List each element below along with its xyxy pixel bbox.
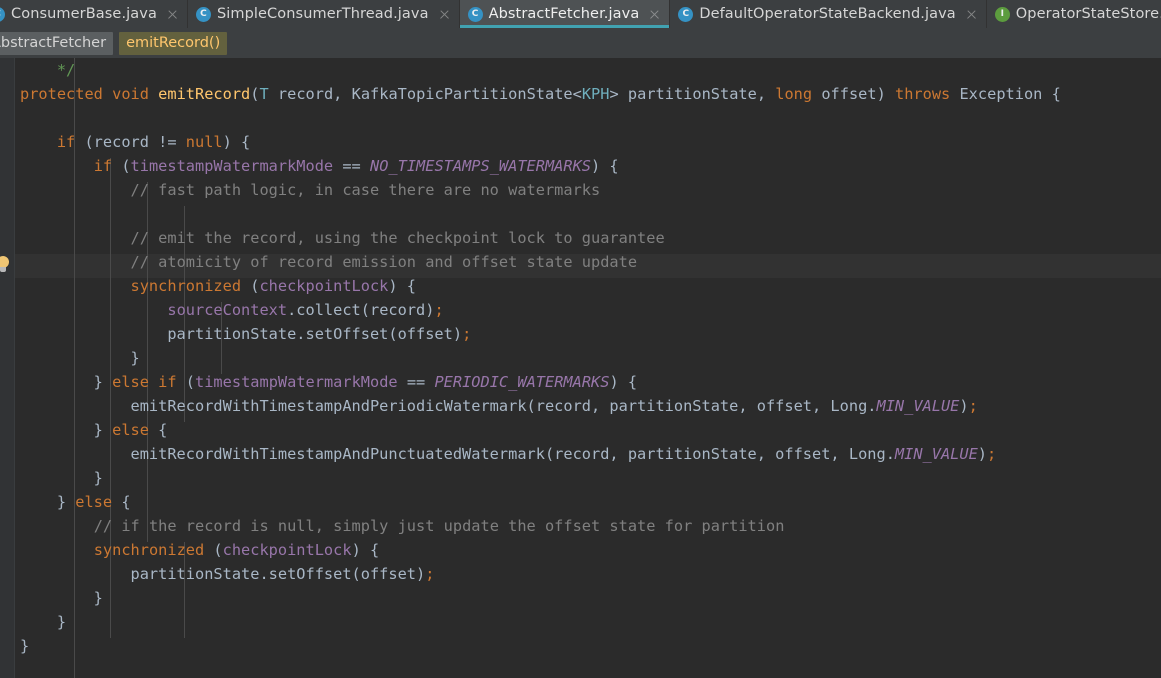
code-line[interactable]: emitRecordWithTimestampAndPeriodicWaterm… [0,394,1161,418]
code-line[interactable]: } [0,346,1161,370]
code-line[interactable]: } [0,586,1161,610]
code-content[interactable]: */protected void emitRecord(T record, Ka… [0,58,1161,658]
code-line[interactable]: // emit the record, using the checkpoint… [0,226,1161,250]
editor-tab[interactable]: I OperatorStateStore.java [987,0,1161,28]
code-line[interactable]: // atomicity of record emission and offs… [0,250,1161,274]
code-line[interactable]: partitionState.setOffset(offset); [0,322,1161,346]
editor-tab[interactable]: C DefaultOperatorStateBackend.java [670,0,987,28]
code-line[interactable]: synchronized (checkpointLock) { [0,274,1161,298]
java-interface-icon: I [994,6,1010,22]
breadcrumb-method[interactable]: emitRecord() [119,31,228,55]
code-line[interactable]: // fast path logic, in case there are no… [0,178,1161,202]
code-line[interactable]: } [0,466,1161,490]
code-line[interactable]: sourceContext.collect(record); [0,298,1161,322]
code-line[interactable]: partitionState.setOffset(offset); [0,562,1161,586]
editor-tab[interactable]: C ConsumerBase.java [0,0,188,28]
breadcrumb: AbstractFetcher emitRecord() [0,28,1161,58]
editor-tab-label: OperatorStateStore.java [1015,6,1161,22]
code-line[interactable]: } [0,634,1161,658]
editor-tab-label: ConsumerBase.java [11,6,157,22]
code-line[interactable]: } else { [0,418,1161,442]
editor-tab-bar: C ConsumerBase.java C SimpleConsumerThread.… [0,0,1161,28]
code-line[interactable]: emitRecordWithTimestampAndPunctuatedWate… [0,442,1161,466]
close-icon[interactable] [166,8,179,21]
breadcrumb-class[interactable]: AbstractFetcher [0,31,114,55]
editor-tab-label: SimpleConsumerThread.java [216,6,429,22]
editor-tab[interactable]: C AbstractFetcher.java [459,0,671,28]
java-class-icon: C [467,6,483,22]
code-line[interactable]: } else { [0,490,1161,514]
editor-tab-label: AbstractFetcher.java [488,6,640,22]
editor-tab-label: DefaultOperatorStateBackend.java [699,6,956,22]
editor-tab[interactable]: C SimpleConsumerThread.java [188,0,460,28]
code-line[interactable]: } else if (timestampWatermarkMode == PER… [0,370,1161,394]
code-line[interactable]: */ [0,58,1161,82]
java-class-icon: C [678,6,694,22]
close-icon[interactable] [438,8,451,21]
code-line[interactable]: if (record != null) { [0,130,1161,154]
code-line[interactable]: protected void emitRecord(T record, Kafk… [0,82,1161,106]
close-icon[interactable] [648,8,661,21]
code-line[interactable] [0,106,1161,130]
code-line[interactable]: if (timestampWatermarkMode == NO_TIMESTA… [0,154,1161,178]
java-class-icon: C [195,6,211,22]
code-editor[interactable]: */protected void emitRecord(T record, Ka… [0,58,1161,678]
code-line[interactable] [0,202,1161,226]
code-line[interactable]: // if the record is null, simply just up… [0,514,1161,538]
code-line[interactable]: } [0,610,1161,634]
code-line[interactable]: synchronized (checkpointLock) { [0,538,1161,562]
close-icon[interactable] [965,8,978,21]
java-class-icon: C [0,6,5,22]
